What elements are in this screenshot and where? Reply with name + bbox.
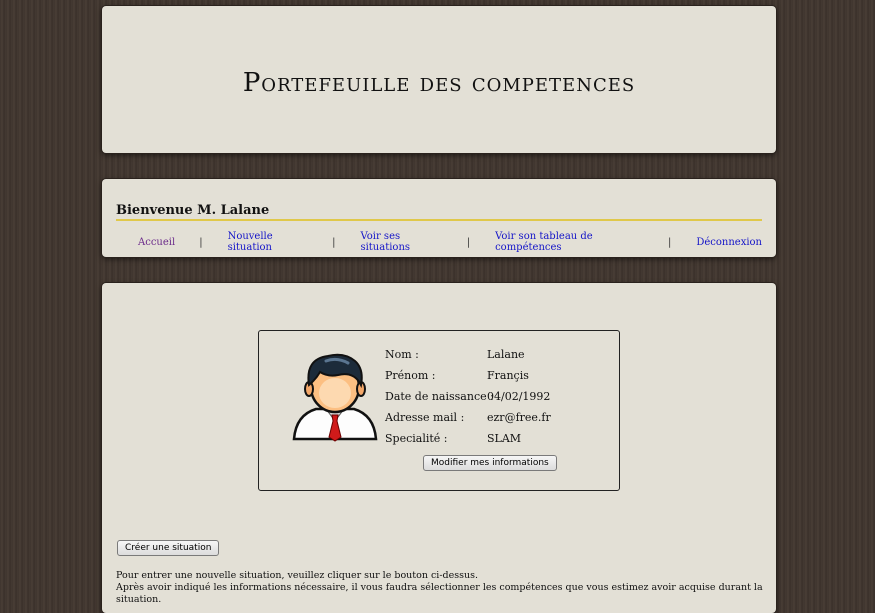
field-label: Nom : [385, 348, 419, 361]
create-situation-button[interactable]: Créer une situation [117, 540, 220, 556]
nav-link-deconnexion[interactable]: Déconnexion [696, 237, 762, 248]
nav-separator: | [466, 236, 471, 248]
page-title: Portefeuille des competences [242, 68, 636, 98]
nav-link-voir-situations[interactable]: Voir ses situations [360, 231, 442, 253]
field-value: Françis [487, 369, 529, 382]
field-label: Date de naissance : [385, 390, 494, 403]
field-value: Lalane [487, 348, 525, 361]
field-value: ezr@free.fr [487, 411, 551, 424]
field-label: Adresse mail : [385, 411, 465, 424]
instructions-line: Pour entrer une nouvelle situation, veui… [116, 570, 478, 581]
instructions-text: Pour entrer une nouvelle situation, veui… [116, 570, 776, 606]
header-panel: Portefeuille des competences [102, 6, 776, 153]
profile-card: Nom : Lalane Prénom : Françis Date de na… [258, 330, 620, 491]
user-avatar-icon [292, 353, 378, 442]
main-panel: Nom : Lalane Prénom : Françis Date de na… [102, 283, 776, 613]
field-label: Specialité : [385, 432, 448, 445]
welcome-message: Bienvenue M. Lalane [116, 203, 270, 218]
nav-link-accueil[interactable]: Accueil [138, 237, 175, 248]
field-value: 04/02/1992 [487, 390, 551, 403]
field-value: SLAM [487, 432, 522, 445]
instructions-line: Après avoir indiqué les informations néc… [116, 582, 763, 605]
nav-panel: Bienvenue M. Lalane Accueil | Nouvelle s… [102, 179, 776, 257]
nav-separator: | [667, 236, 672, 248]
modify-info-button[interactable]: Modifier mes informations [423, 455, 557, 471]
nav-separator: | [332, 236, 336, 248]
divider-line [116, 219, 762, 221]
field-label: Prénom : [385, 369, 436, 382]
nav-link-tableau-competences[interactable]: Voir son tableau de compétences [495, 231, 644, 253]
nav-separator: | [199, 236, 203, 248]
main-nav: Accueil | Nouvelle situation | Voir ses … [116, 231, 762, 253]
nav-link-nouvelle-situation[interactable]: Nouvelle situation [228, 231, 311, 253]
